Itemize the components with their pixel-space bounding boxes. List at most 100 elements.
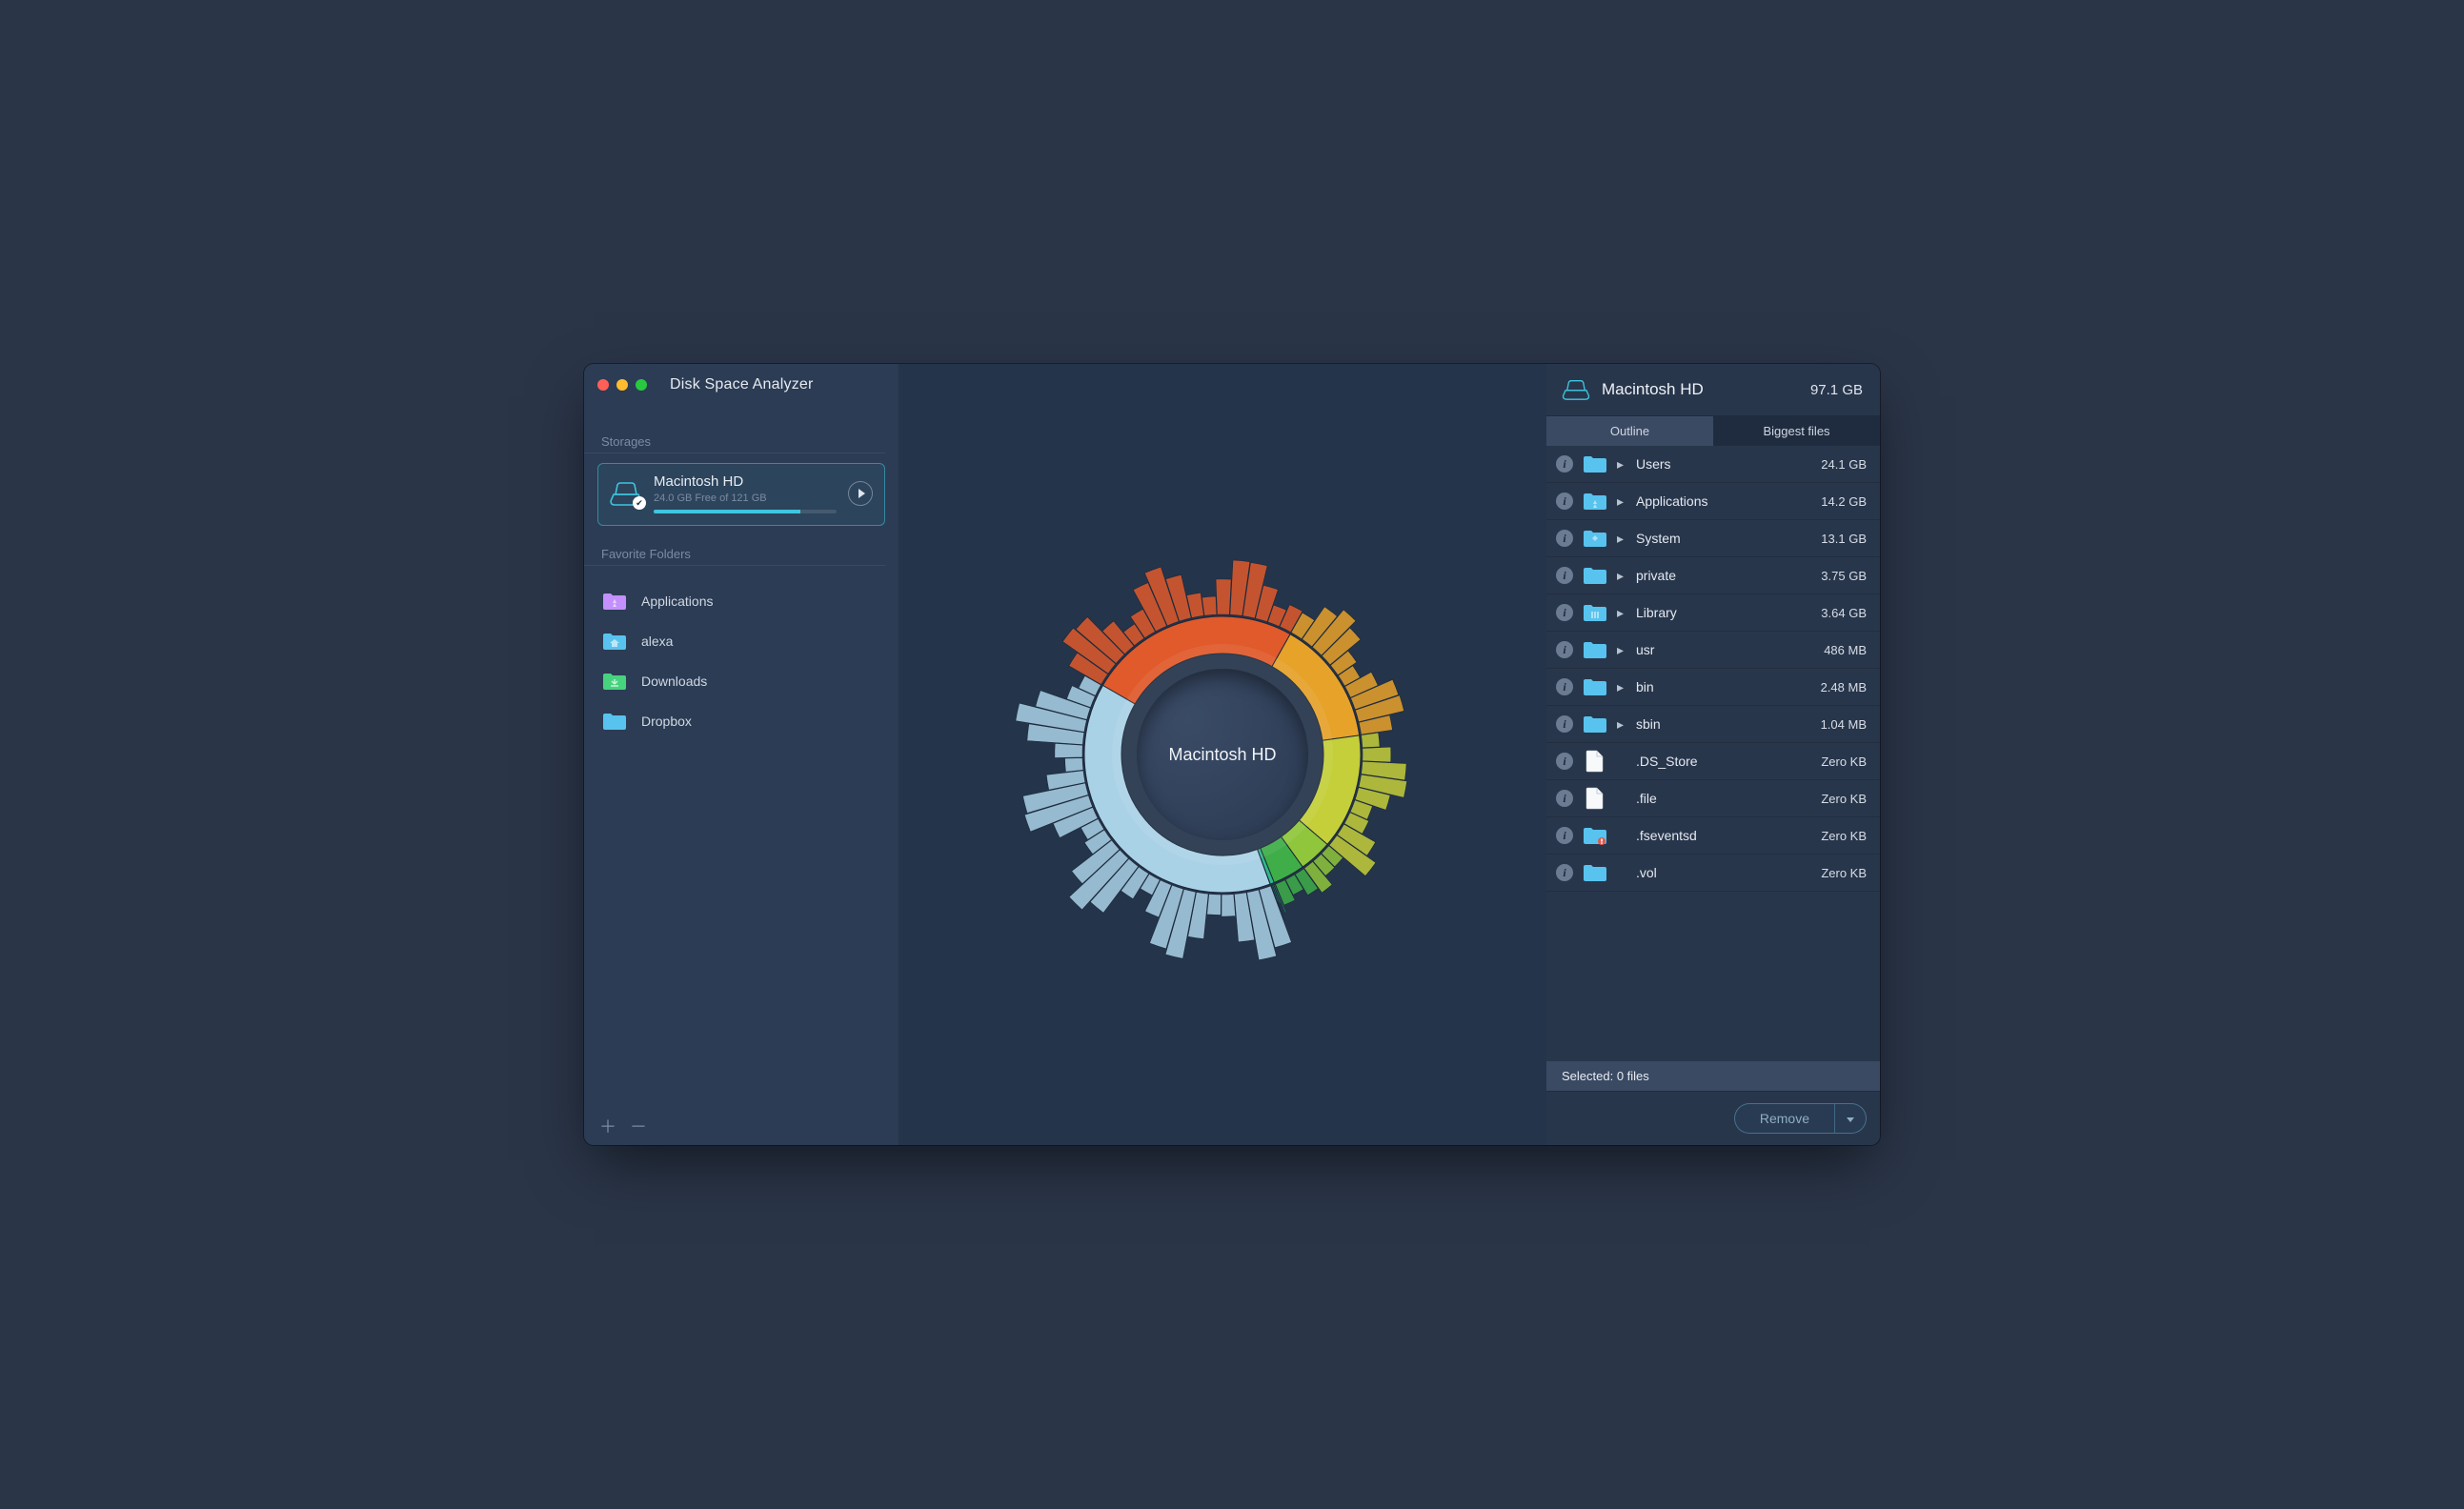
file-size: Zero KB <box>1821 866 1867 880</box>
download-icon <box>601 671 628 692</box>
file-size: 14.2 GB <box>1821 494 1867 509</box>
folder-icon <box>1583 676 1607 697</box>
folder-alert-icon <box>1583 825 1607 846</box>
file-row[interactable]: i ▸ System 13.1 GB <box>1546 520 1880 557</box>
file-icon <box>1583 751 1607 772</box>
storage-card[interactable]: Macintosh HD 24.0 GB Free of 121 GB <box>597 463 885 526</box>
file-row[interactable]: i ▸ private 3.75 GB <box>1546 557 1880 594</box>
details-panel: Macintosh HD 97.1 GB Outline Biggest fil… <box>1546 364 1880 1145</box>
sunburst-center-label: Macintosh HD <box>1137 669 1308 840</box>
file-row[interactable]: i .file Zero KB <box>1546 780 1880 817</box>
disclosure-icon[interactable]: ▸ <box>1617 679 1626 695</box>
favorite-item[interactable]: alexa <box>584 621 899 661</box>
zoom-window-button[interactable] <box>636 379 647 391</box>
remove-dropdown[interactable] <box>1834 1104 1866 1133</box>
drive-icon <box>610 481 642 506</box>
file-name: .file <box>1636 791 1811 806</box>
info-icon[interactable]: i <box>1556 604 1573 621</box>
info-icon[interactable]: i <box>1556 790 1573 807</box>
file-row[interactable]: i ▸ bin 2.48 MB <box>1546 669 1880 706</box>
app-title: Disk Space Analyzer <box>670 376 814 393</box>
file-name: System <box>1636 531 1811 546</box>
file-row[interactable]: i ▸ Library 3.64 GB <box>1546 594 1880 632</box>
folder-icon <box>1583 565 1607 586</box>
file-name: Library <box>1636 605 1811 620</box>
favorite-item[interactable]: Applications <box>584 581 899 621</box>
app-window: Disk Space Analyzer Storages Macintosh H… <box>584 364 1880 1145</box>
tab-biggest-files[interactable]: Biggest files <box>1713 416 1880 446</box>
file-row[interactable]: i ▸ sbin 1.04 MB <box>1546 706 1880 743</box>
disclosure-icon[interactable]: ▸ <box>1617 493 1626 510</box>
file-list[interactable]: i ▸ Users 24.1 GB i ▸ Applications 14.2 … <box>1546 446 1880 1061</box>
disclosure-icon[interactable]: ▸ <box>1617 716 1626 733</box>
favorite-item[interactable]: Downloads <box>584 661 899 701</box>
folder-icon <box>1583 714 1607 734</box>
scan-button[interactable] <box>848 481 873 506</box>
file-name: .fseventsd <box>1636 828 1811 843</box>
file-size: Zero KB <box>1821 829 1867 843</box>
info-icon[interactable]: i <box>1556 641 1573 658</box>
info-icon[interactable]: i <box>1556 567 1573 584</box>
folder-lib-icon <box>1583 602 1607 623</box>
file-name: Applications <box>1636 493 1811 509</box>
file-size: 3.75 GB <box>1821 569 1867 583</box>
file-size: 486 MB <box>1824 643 1867 657</box>
storage-subtitle: 24.0 GB Free of 121 GB <box>654 493 837 504</box>
file-name: usr <box>1636 642 1814 657</box>
favorite-label: Applications <box>641 594 714 609</box>
info-icon[interactable]: i <box>1556 753 1573 770</box>
remove-button[interactable]: Remove <box>1735 1104 1834 1133</box>
selection-status: Selected: 0 files <box>1546 1061 1880 1091</box>
favorite-label: alexa <box>641 634 673 649</box>
disclosure-icon[interactable]: ▸ <box>1617 605 1626 621</box>
sunburst-area: Macintosh HD <box>899 364 1546 1145</box>
file-size: 3.64 GB <box>1821 606 1867 620</box>
sunburst-chart[interactable]: Macintosh HD <box>1003 535 1442 974</box>
info-icon[interactable]: i <box>1556 715 1573 733</box>
file-name: Users <box>1636 456 1811 472</box>
info-icon[interactable]: i <box>1556 827 1573 844</box>
home-icon <box>601 631 628 652</box>
file-name: sbin <box>1636 716 1811 732</box>
info-icon[interactable]: i <box>1556 678 1573 695</box>
file-row[interactable]: i ▸ usr 486 MB <box>1546 632 1880 669</box>
action-bar: Remove <box>1546 1091 1880 1145</box>
folder-sys-icon <box>1583 528 1607 549</box>
file-name: .DS_Store <box>1636 754 1811 769</box>
file-size: Zero KB <box>1821 792 1867 806</box>
disclosure-icon[interactable]: ▸ <box>1617 568 1626 584</box>
favorite-item[interactable]: Dropbox <box>584 701 899 741</box>
remove-favorite-button[interactable]: － <box>630 1118 647 1136</box>
disclosure-icon[interactable]: ▸ <box>1617 642 1626 658</box>
minimize-window-button[interactable] <box>616 379 628 391</box>
folder-icon <box>601 711 628 732</box>
folder-icon <box>1583 453 1607 474</box>
folder-icon <box>1583 862 1607 883</box>
close-window-button[interactable] <box>597 379 609 391</box>
info-icon[interactable]: i <box>1556 530 1573 547</box>
check-icon <box>633 496 646 510</box>
info-icon[interactable]: i <box>1556 493 1573 510</box>
file-size: 1.04 MB <box>1821 717 1867 732</box>
file-row[interactable]: i ▸ Users 24.1 GB <box>1546 446 1880 483</box>
file-row[interactable]: i .DS_Store Zero KB <box>1546 743 1880 780</box>
add-favorite-button[interactable]: ＋ <box>599 1118 616 1136</box>
sidebar: Storages Macintosh HD 24.0 GB Free of 12… <box>584 364 899 1145</box>
file-name: private <box>1636 568 1811 583</box>
tab-outline[interactable]: Outline <box>1546 416 1713 446</box>
file-row[interactable]: i ▸ Applications 14.2 GB <box>1546 483 1880 520</box>
file-size: Zero KB <box>1821 754 1867 769</box>
storage-usage-bar <box>654 510 837 513</box>
storage-name: Macintosh HD <box>654 473 837 491</box>
sidebar-section-storages: Storages <box>584 434 885 453</box>
folder-icon <box>1583 639 1607 660</box>
file-row[interactable]: i .fseventsd Zero KB <box>1546 817 1880 855</box>
file-row[interactable]: i .vol Zero KB <box>1546 855 1880 892</box>
file-size: 13.1 GB <box>1821 532 1867 546</box>
apps-icon <box>601 591 628 612</box>
info-icon[interactable]: i <box>1556 864 1573 881</box>
file-name: .vol <box>1636 865 1811 880</box>
info-icon[interactable]: i <box>1556 455 1573 473</box>
disclosure-icon[interactable]: ▸ <box>1617 456 1626 473</box>
disclosure-icon[interactable]: ▸ <box>1617 531 1626 547</box>
